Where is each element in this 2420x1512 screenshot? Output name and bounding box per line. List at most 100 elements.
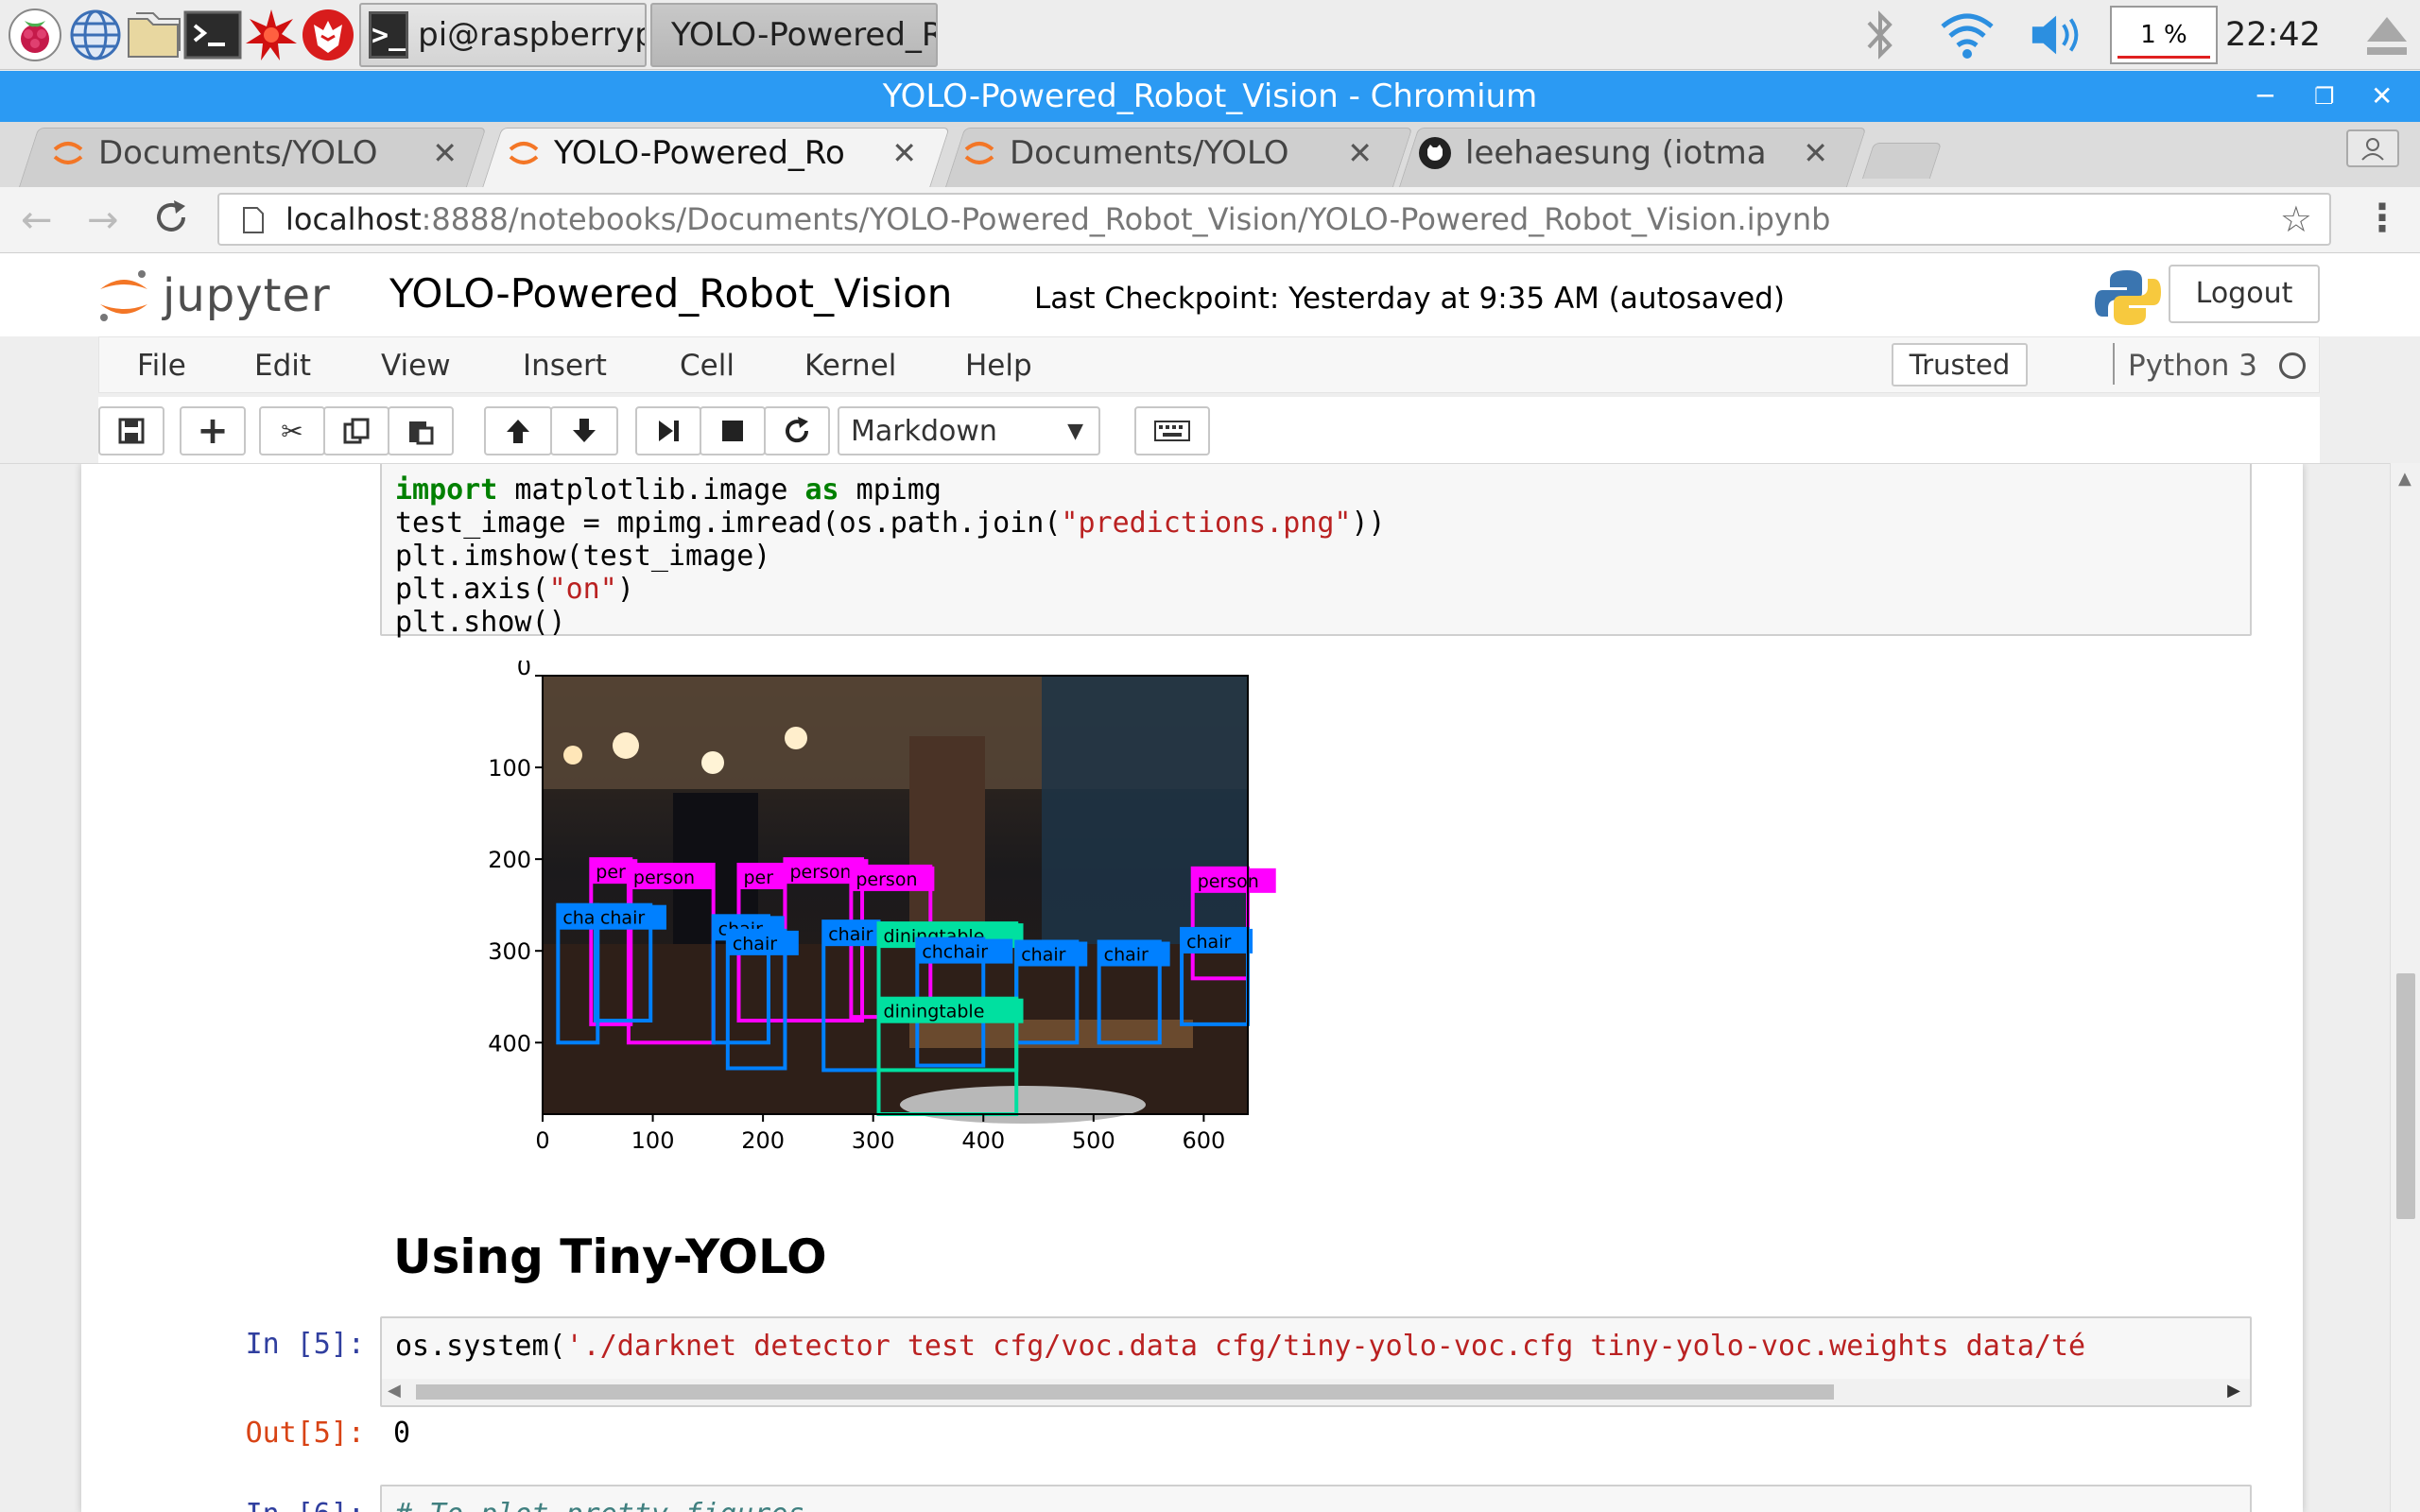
code-cell-input[interactable]: os.system('./darknet detector test cfg/v… bbox=[380, 1316, 2252, 1407]
move-up-button[interactable] bbox=[484, 406, 552, 455]
web-browser-icon[interactable] bbox=[66, 6, 125, 64]
insert-cell-button[interactable]: + bbox=[180, 406, 246, 455]
back-icon[interactable]: ← bbox=[21, 198, 53, 242]
code-cell-input[interactable]: # To plot pretty figures bbox=[380, 1485, 2252, 1512]
save-button[interactable] bbox=[98, 406, 164, 455]
tab-content: Documents/YOLO ✕ bbox=[962, 128, 1373, 179]
interrupt-kernel-button[interactable] bbox=[700, 406, 766, 455]
math-kernel-icon[interactable] bbox=[242, 6, 301, 64]
step-forward-icon bbox=[659, 421, 679, 441]
file-manager-icon[interactable] bbox=[125, 6, 183, 64]
cpu-monitor[interactable]: 1 % bbox=[2110, 6, 2218, 64]
bookmark-star-icon[interactable]: ☆ bbox=[2280, 195, 2312, 244]
scrollbar-thumb[interactable] bbox=[2396, 973, 2415, 1219]
chrome-menu-icon[interactable]: ⋮ bbox=[2363, 197, 2401, 240]
close-tab-icon[interactable]: ✕ bbox=[1347, 135, 1373, 171]
paste-icon bbox=[409, 421, 434, 445]
lamp bbox=[563, 746, 582, 765]
command-palette-button[interactable] bbox=[1134, 406, 1210, 455]
section-heading: Using Tiny-YOLO bbox=[393, 1229, 827, 1284]
jupyter-wordmark: jupyter bbox=[163, 269, 331, 322]
profile-button[interactable] bbox=[2346, 129, 2399, 167]
detection-label: person bbox=[633, 868, 695, 888]
menu-insert[interactable]: Insert bbox=[523, 349, 607, 383]
terminal-icon[interactable] bbox=[183, 6, 242, 64]
cell-type-select[interactable]: Markdown ▼ bbox=[838, 406, 1100, 455]
window-glass bbox=[1042, 676, 1248, 959]
detection-label: per bbox=[596, 862, 626, 883]
trusted-indicator[interactable]: Trusted bbox=[1892, 343, 2028, 387]
taskbar-window-terminal[interactable]: >_ pi@raspberrypi: ~ bbox=[359, 3, 647, 67]
save-icon bbox=[118, 418, 145, 444]
detection-label: chair bbox=[828, 924, 873, 945]
arrow-up-icon bbox=[507, 420, 529, 443]
x-tick-label: 300 bbox=[852, 1127, 895, 1154]
move-down-button[interactable] bbox=[550, 406, 618, 455]
new-tab-button[interactable] bbox=[1861, 143, 1943, 179]
taskbar: >_ pi@raspberrypi: ~ YOLO-Powered_Rob...… bbox=[0, 0, 2420, 70]
forward-icon[interactable]: → bbox=[87, 198, 119, 242]
code-line: plt.show() bbox=[395, 606, 566, 639]
menu-file[interactable]: File bbox=[137, 349, 186, 383]
close-tab-icon[interactable]: ✕ bbox=[1803, 135, 1828, 171]
tab-label: leehaesung (iotma bbox=[1465, 134, 1767, 172]
taskbar-window-label: pi@raspberrypi: ~ bbox=[418, 16, 645, 54]
wolfram-icon[interactable] bbox=[299, 6, 357, 64]
restore-icon[interactable]: ❐ bbox=[2314, 71, 2335, 122]
menu-cell[interactable]: Cell bbox=[680, 349, 735, 383]
menu-kernel[interactable]: Kernel bbox=[804, 349, 896, 383]
tab-label: YOLO-Powered_Ro bbox=[554, 134, 845, 172]
minimize-icon[interactable]: ─ bbox=[2257, 71, 2273, 122]
scroll-up-icon[interactable]: ▲ bbox=[2398, 469, 2411, 489]
code-token: test_image = mpimg.imread(os.path.join( bbox=[395, 507, 1062, 540]
menu-divider bbox=[2113, 343, 2115, 385]
jupyter-logo[interactable]: jupyter bbox=[95, 266, 331, 325]
detection-label: chair bbox=[1186, 932, 1231, 953]
menu-help[interactable]: Help bbox=[965, 349, 1032, 383]
page-info-icon[interactable] bbox=[242, 206, 265, 234]
jupyter-favicon bbox=[509, 142, 539, 164]
scrollbar-thumb[interactable] bbox=[416, 1384, 1834, 1400]
bluetooth-icon[interactable] bbox=[1851, 6, 1910, 64]
x-tick-label: 600 bbox=[1182, 1127, 1225, 1154]
lamp bbox=[701, 751, 724, 774]
raspberry-menu-icon[interactable] bbox=[6, 6, 64, 64]
code-token: mpimg bbox=[838, 473, 942, 507]
code-cell-input[interactable]: import matplotlib.image as mpimg test_im… bbox=[380, 464, 2252, 639]
horizontal-scrollbar[interactable]: ◀ ▶ bbox=[382, 1379, 2250, 1405]
reload-icon[interactable] bbox=[151, 198, 191, 242]
notebook-title[interactable]: YOLO-Powered_Robot_Vision bbox=[389, 270, 952, 317]
tab-content: leehaesung (iotma ✕ bbox=[1418, 128, 1828, 179]
scroll-left-icon[interactable]: ◀ bbox=[388, 1381, 401, 1400]
code-token: './darknet detector test cfg/voc.data cf… bbox=[565, 1330, 2086, 1363]
taskbar-window-chromium[interactable]: YOLO-Powered_Rob... bbox=[650, 3, 938, 67]
close-window-icon[interactable]: ✕ bbox=[2371, 71, 2393, 122]
kernel-idle-icon bbox=[2279, 352, 2306, 379]
paste-button[interactable] bbox=[388, 406, 454, 455]
copy-button[interactable] bbox=[323, 406, 389, 455]
volume-icon[interactable] bbox=[2029, 6, 2087, 64]
logout-button[interactable]: Logout bbox=[2169, 265, 2320, 323]
user-icon bbox=[2361, 138, 2384, 161]
restart-kernel-button[interactable] bbox=[764, 406, 830, 455]
code-line: plt.imshow(test_image) bbox=[395, 540, 771, 573]
code-token: import bbox=[395, 473, 498, 507]
y-tick-label: 300 bbox=[488, 938, 531, 965]
run-cell-button[interactable] bbox=[635, 406, 701, 455]
menu-edit[interactable]: Edit bbox=[254, 349, 311, 383]
address-bar[interactable]: localhost:8888/notebooks/Documents/YOLO-… bbox=[217, 193, 2331, 246]
close-tab-icon[interactable]: ✕ bbox=[432, 135, 458, 171]
python-logo-icon bbox=[2095, 268, 2161, 331]
page-scrollbar[interactable]: ▲ bbox=[2390, 463, 2420, 1512]
notebook-toolbar: + ✂ Markdown ▼ bbox=[98, 397, 2320, 463]
close-tab-icon[interactable]: ✕ bbox=[891, 135, 917, 171]
cut-button[interactable]: ✂ bbox=[259, 406, 325, 455]
input-prompt: In [6]: bbox=[138, 1498, 365, 1512]
plot-output: per person per person person person cha chair ch… bbox=[380, 654, 1288, 1171]
menu-view[interactable]: View bbox=[381, 349, 451, 383]
scroll-right-icon[interactable]: ▶ bbox=[2227, 1381, 2240, 1400]
wifi-icon[interactable] bbox=[1938, 6, 1996, 64]
jupyter-logo-icon bbox=[100, 270, 147, 321]
eject-icon[interactable] bbox=[2358, 6, 2416, 64]
round-table bbox=[900, 1086, 1146, 1124]
